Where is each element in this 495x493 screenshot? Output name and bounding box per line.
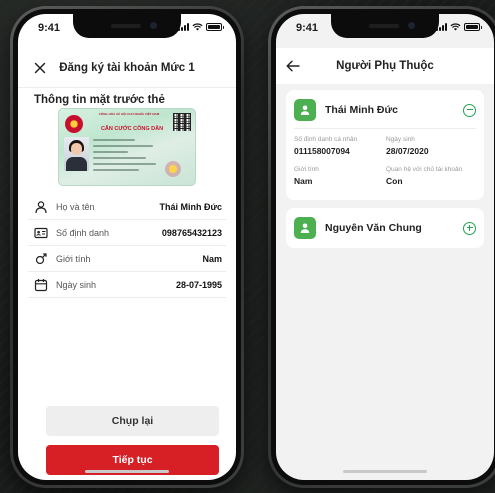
hologram-stamp (165, 161, 181, 177)
id-card-text-lines (93, 139, 163, 175)
field-value: Con (386, 176, 403, 186)
battery-icon (464, 23, 482, 31)
calendar-icon (34, 278, 48, 291)
field-label: Ngày sinh (56, 279, 97, 290)
dependent-card-collapsed[interactable]: Nguyên Văn Chung (286, 208, 484, 248)
wifi-icon (450, 23, 461, 31)
dependents-screen: 9:41 Người Phụ Thuộc Thái Minh Đức Số đị… (276, 14, 494, 480)
battery-icon (206, 23, 224, 31)
gender-field: Giới tính Nam (294, 166, 319, 186)
registration-screen: 9:41 Đăng ký tài khoản Mức 1 Thông tin m… (18, 14, 236, 480)
info-row-fullname: Họ và tên Thái Minh Đức (28, 194, 226, 220)
status-time: 9:41 (38, 22, 61, 34)
person-icon (35, 200, 47, 213)
phone-left: 9:41 Đăng ký tài khoản Mức 1 Thông tin m… (10, 6, 244, 488)
dependent-card-header[interactable]: Nguyên Văn Chung (294, 216, 476, 240)
back-arrow-icon[interactable] (286, 60, 300, 72)
notch (331, 14, 439, 38)
status-time: 9:41 (296, 22, 319, 34)
person-icon (300, 223, 310, 233)
field-label: Họ và tên (56, 201, 95, 212)
field-label: Giới tính (56, 253, 91, 264)
field-value: 28-07-1995 (175, 279, 222, 290)
relation-field: Quan hệ với chủ tài khoản Con (386, 166, 462, 186)
qr-code-icon (173, 113, 191, 131)
app-header: Người Phụ Thuộc (276, 48, 494, 84)
field-value: 28/07/2020 (386, 146, 429, 156)
person-icon (300, 105, 310, 115)
field-label: Số định danh cá nhân (294, 136, 358, 143)
id-number-field: Số định danh cá nhân 011158007094 (294, 136, 357, 156)
id-photo (64, 137, 89, 171)
personal-info-list: Họ và tên Thái Minh Đức Số định danh 098… (28, 194, 226, 298)
app-header: Đăng ký tài khoản Mức 1 (18, 48, 236, 88)
info-row-birthdate: Ngày sinh 28-07-1995 (28, 272, 226, 298)
avatar (294, 217, 316, 239)
dob-field: Ngày sinh 28/07/2020 (386, 136, 429, 156)
id-card-header: CỘNG HÒA XÃ HỘI CHỦ NGHĨA VIỆT NAM (98, 112, 160, 116)
retake-button[interactable]: Chụp lại (46, 406, 219, 436)
dependent-card-header[interactable]: Thái Minh Đức (294, 98, 476, 122)
page-title: Người Phụ Thuộc (336, 60, 434, 72)
avatar (294, 99, 316, 121)
dependent-card-expanded: Thái Minh Đức Số định danh cá nhân 01115… (286, 90, 484, 200)
field-value: Thái Minh Đức (159, 201, 222, 212)
field-label: Quan hệ với chủ tài khoản (386, 166, 463, 173)
field-value: Nam (294, 176, 313, 186)
field-value: 011158007094 (294, 146, 350, 156)
page-title: Đăng ký tài khoản Mức 1 (59, 61, 195, 74)
field-value: Nam (202, 253, 222, 264)
section-title: Thông tin mặt trước thẻ (34, 94, 165, 106)
field-value: 098765432123 (161, 227, 222, 238)
expand-plus-icon[interactable] (463, 221, 476, 235)
wifi-icon (192, 23, 203, 31)
dependent-name: Thái Minh Đức (325, 104, 398, 116)
field-label: Giới tính (294, 166, 319, 173)
id-card-icon (34, 227, 48, 238)
home-indicator (85, 470, 169, 473)
collapse-minus-icon[interactable] (463, 103, 476, 117)
id-card-image: CỘNG HÒA XÃ HỘI CHỦ NGHĨA VIỆT NAM CĂN C… (58, 108, 196, 186)
field-label: Ngày sinh (386, 136, 415, 143)
close-icon[interactable] (32, 60, 48, 76)
field-label: Số định danh (56, 227, 110, 238)
phone-right: 9:41 Người Phụ Thuộc Thái Minh Đức Số đị… (268, 6, 495, 488)
notch (73, 14, 181, 38)
gender-icon (35, 252, 47, 264)
dependent-name: Nguyên Văn Chung (325, 222, 422, 234)
info-row-gender: Giới tính Nam (28, 246, 226, 272)
info-row-id-number: Số định danh 098765432123 (28, 220, 226, 246)
id-card-title: CĂN CƯỚC CÔNG DÂN (100, 126, 164, 132)
national-emblem-icon (65, 115, 83, 133)
home-indicator (343, 470, 427, 473)
divider (294, 128, 476, 129)
